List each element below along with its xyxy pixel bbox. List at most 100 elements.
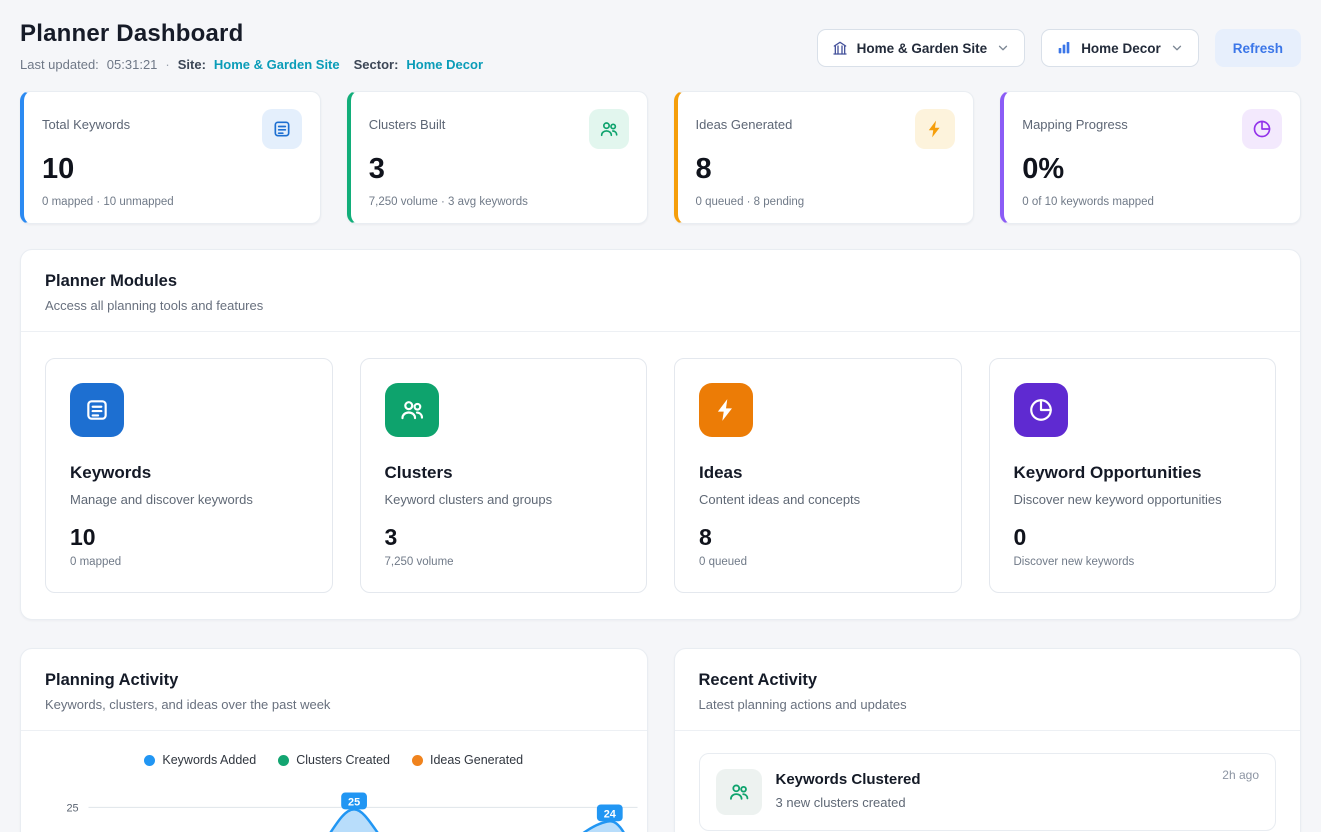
stat-card-clusters-built: Clusters Built 3 7,250 volume · 3 avg ke… — [347, 91, 648, 224]
document-icon — [262, 109, 302, 149]
planning-activity-subtitle: Keywords, clusters, and ideas over the p… — [45, 697, 623, 712]
refresh-button[interactable]: Refresh — [1215, 29, 1301, 67]
stats-row: Total Keywords 10 0 mapped · 10 unmapped… — [20, 91, 1301, 224]
module-card-clusters[interactable]: Clusters Keyword clusters and groups 3 7… — [360, 358, 648, 593]
module-card-keyword-opportunities[interactable]: Keyword Opportunities Discover new keywo… — [989, 358, 1277, 593]
pie-chart-icon — [1014, 383, 1068, 437]
legend-item-clusters-created[interactable]: Clusters Created — [278, 753, 390, 767]
module-value: 8 — [699, 524, 937, 551]
stat-label: Clusters Built — [369, 109, 446, 132]
last-updated-value: 05:31:21 — [107, 57, 158, 72]
planner-modules-panel: Planner Modules Access all planning tool… — [20, 249, 1301, 620]
module-card-keywords[interactable]: Keywords Manage and discover keywords 10… — [45, 358, 333, 593]
chart-legend: Keywords Added Clusters Created Ideas Ge… — [21, 731, 647, 767]
legend-dot-orange — [412, 755, 423, 766]
module-value: 3 — [385, 524, 623, 551]
site-label: Site: — [178, 57, 206, 72]
bolt-icon — [915, 109, 955, 149]
y-axis-tick-label: 25 — [66, 802, 78, 814]
users-icon — [589, 109, 629, 149]
pie-chart-icon — [1242, 109, 1282, 149]
recent-activity-item: Keywords Clustered 3 new clusters create… — [699, 753, 1277, 831]
modules-grid: Keywords Manage and discover keywords 10… — [21, 332, 1300, 619]
module-detail: 0 queued — [699, 556, 937, 568]
sector-selector-dropdown[interactable]: Home Decor — [1041, 29, 1199, 67]
chart-point-label: 24 — [604, 808, 616, 820]
chart-area-fill — [88, 809, 639, 832]
recent-activity-list: Keywords Clustered 3 new clusters create… — [675, 731, 1301, 832]
last-updated-label: Last updated: — [20, 57, 99, 72]
stat-value: 10 — [42, 153, 302, 186]
planning-activity-header: Planning Activity Keywords, clusters, an… — [21, 649, 647, 731]
chevron-down-icon — [996, 41, 1010, 55]
site-link[interactable]: Home & Garden Site — [214, 57, 340, 72]
modules-header: Planner Modules Access all planning tool… — [21, 250, 1300, 332]
site-selector-label: Home & Garden Site — [857, 41, 988, 56]
stat-label: Ideas Generated — [696, 109, 793, 132]
activity-area-chart: 25 25 24 — [31, 773, 641, 832]
module-title: Keyword Opportunities — [1014, 463, 1252, 483]
stat-detail: 0 of 10 keywords mapped — [1022, 196, 1282, 208]
legend-item-ideas-generated[interactable]: Ideas Generated — [412, 753, 523, 767]
legend-label: Clusters Created — [296, 753, 390, 767]
module-value: 10 — [70, 524, 308, 551]
module-description: Keyword clusters and groups — [385, 492, 623, 507]
recent-activity-header: Recent Activity Latest planning actions … — [675, 649, 1301, 731]
stat-label: Total Keywords — [42, 109, 130, 132]
legend-item-keywords-added[interactable]: Keywords Added — [144, 753, 256, 767]
header-left: Planner Dashboard Last updated: 05:31:21… — [20, 20, 483, 72]
chevron-down-icon — [1170, 41, 1184, 55]
page-title: Planner Dashboard — [20, 20, 483, 48]
bottom-row: Planning Activity Keywords, clusters, an… — [20, 648, 1301, 832]
stat-card-total-keywords: Total Keywords 10 0 mapped · 10 unmapped — [20, 91, 321, 224]
stat-value: 3 — [369, 153, 629, 186]
legend-label: Keywords Added — [162, 753, 256, 767]
planning-activity-title: Planning Activity — [45, 671, 623, 690]
recent-item-timestamp: 2h ago — [1222, 768, 1259, 782]
module-detail: 7,250 volume — [385, 556, 623, 568]
page-meta: Last updated: 05:31:21 · Site: Home & Ga… — [20, 57, 483, 72]
stat-detail: 0 queued · 8 pending — [696, 196, 956, 208]
stat-label: Mapping Progress — [1022, 109, 1128, 132]
stat-card-mapping-progress: Mapping Progress 0% 0 of 10 keywords map… — [1000, 91, 1301, 224]
chart-point-label: 25 — [348, 796, 360, 808]
stat-detail: 7,250 volume · 3 avg keywords — [369, 196, 629, 208]
sector-selector-label: Home Decor — [1081, 41, 1161, 56]
recent-item-title: Keywords Clustered — [776, 771, 921, 788]
module-detail: 0 mapped — [70, 556, 308, 568]
legend-dot-blue — [144, 755, 155, 766]
bar-chart-icon — [1056, 40, 1072, 56]
module-value: 0 — [1014, 524, 1252, 551]
module-description: Content ideas and concepts — [699, 492, 937, 507]
document-icon — [70, 383, 124, 437]
module-title: Ideas — [699, 463, 937, 483]
users-icon — [385, 383, 439, 437]
stat-detail: 0 mapped · 10 unmapped — [42, 196, 302, 208]
bolt-icon — [699, 383, 753, 437]
sector-label: Sector: — [354, 57, 399, 72]
recent-activity-subtitle: Latest planning actions and updates — [699, 697, 1277, 712]
legend-dot-green — [278, 755, 289, 766]
module-detail: Discover new keywords — [1014, 556, 1252, 568]
module-title: Clusters — [385, 463, 623, 483]
module-title: Keywords — [70, 463, 308, 483]
stat-value: 8 — [696, 153, 956, 186]
stat-value: 0% — [1022, 153, 1282, 186]
sector-link[interactable]: Home Decor — [406, 57, 483, 72]
users-icon — [716, 769, 762, 815]
recent-item-description: 3 new clusters created — [776, 795, 921, 810]
building-icon — [832, 40, 848, 56]
recent-activity-panel: Recent Activity Latest planning actions … — [674, 648, 1302, 832]
module-card-ideas[interactable]: Ideas Content ideas and concepts 8 0 que… — [674, 358, 962, 593]
modules-subtitle: Access all planning tools and features — [45, 298, 1276, 313]
page-header: Planner Dashboard Last updated: 05:31:21… — [0, 0, 1321, 72]
module-description: Discover new keyword opportunities — [1014, 492, 1252, 507]
recent-item-text: Keywords Clustered 3 new clusters create… — [776, 769, 921, 810]
modules-title: Planner Modules — [45, 272, 1276, 291]
legend-label: Ideas Generated — [430, 753, 523, 767]
recent-activity-title: Recent Activity — [699, 671, 1277, 690]
site-selector-dropdown[interactable]: Home & Garden Site — [817, 29, 1026, 67]
activity-chart-wrap: 25 25 24 — [21, 767, 647, 832]
module-description: Manage and discover keywords — [70, 492, 308, 507]
meta-separator: · — [165, 57, 169, 72]
